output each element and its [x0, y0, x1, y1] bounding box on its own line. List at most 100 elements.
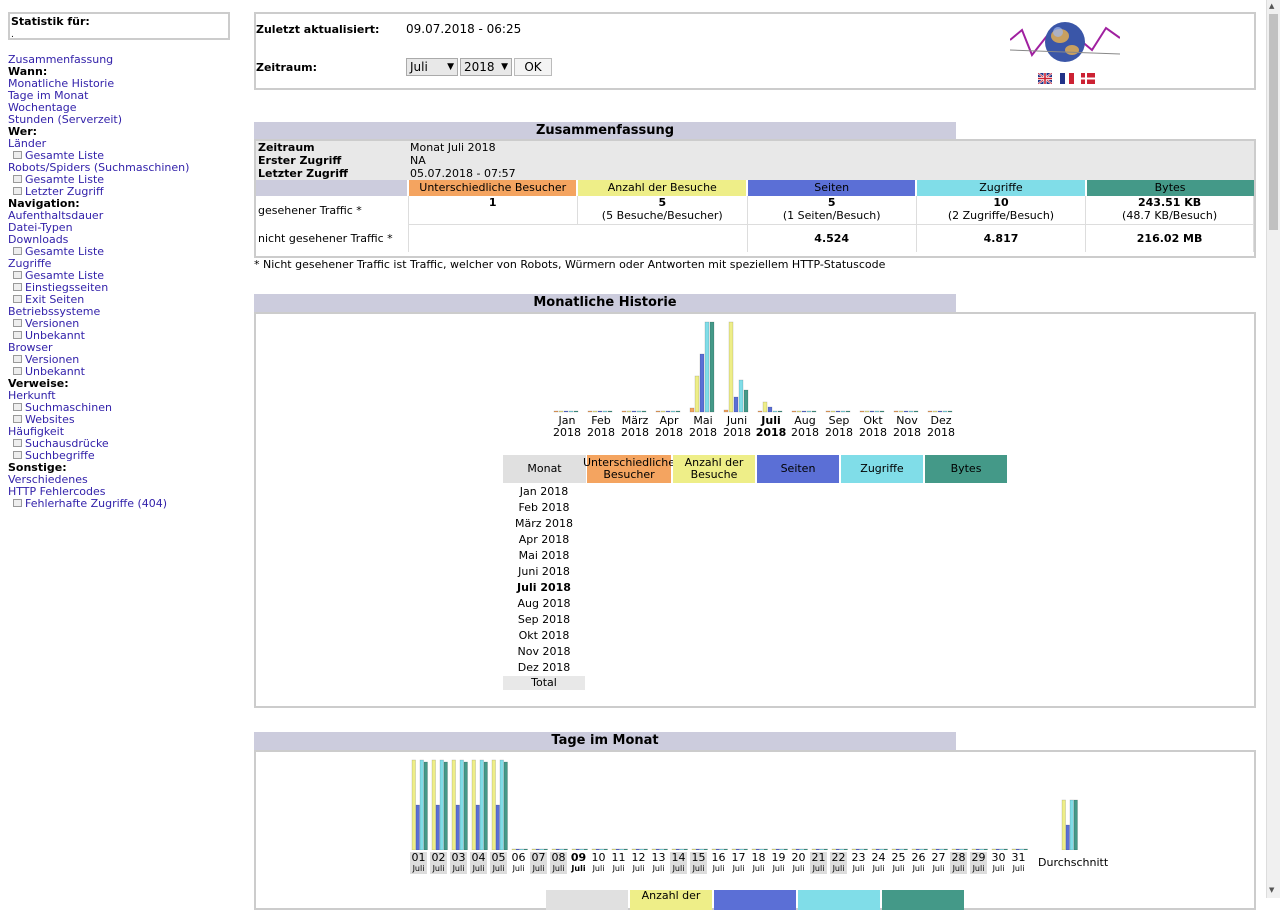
- day-number: 18: [751, 851, 766, 864]
- daily-bar: [1011, 848, 1016, 850]
- monthly-bar: [864, 410, 870, 413]
- day-month: Juli: [492, 864, 505, 873]
- summary-info-row: Letzter Zugriff 05.07.2018 - 07:57: [256, 167, 1254, 180]
- day-month: Juli: [432, 864, 445, 873]
- day-label: 23 Juli: [850, 852, 867, 874]
- daily-bar: [631, 848, 636, 850]
- daily-bar: [795, 848, 800, 850]
- daily-bar: [703, 848, 708, 850]
- daily-bar: [859, 848, 864, 850]
- day-number: 21: [811, 851, 826, 864]
- day-number: 09: [570, 851, 587, 864]
- daily-bar: [451, 759, 456, 850]
- monthly-table-header: Unterschiedliche Besucher: [582, 455, 676, 483]
- daily-bar: [559, 848, 564, 850]
- daily-bar: [515, 848, 520, 850]
- monthly-bar: [898, 410, 904, 413]
- daily-bar: [775, 848, 780, 850]
- summary-info-value: Monat Juli 2018: [410, 141, 496, 154]
- monthly-bar: [913, 410, 919, 413]
- day-number: 08: [551, 851, 566, 864]
- monthly-bar: [942, 410, 948, 413]
- daily-bar: [699, 848, 704, 850]
- daily-table-header: [798, 890, 880, 910]
- stat-value: .: [11, 30, 14, 40]
- flag-fr-icon[interactable]: [1059, 73, 1074, 84]
- month-year: 2018: [621, 426, 649, 439]
- summary-seen-main: 5: [827, 196, 836, 209]
- daily-bar: [755, 848, 760, 850]
- monthly-bar: [553, 410, 559, 413]
- daily-bar: [483, 761, 488, 850]
- awstats-logo-icon: [1010, 22, 1120, 62]
- day-number: 10: [591, 851, 606, 864]
- monthly-bar: [655, 410, 661, 413]
- summary-header-cell: Unterschiedliche Besucher: [407, 180, 578, 196]
- subitem-icon: [13, 187, 22, 195]
- flag-uk-icon[interactable]: [1038, 73, 1052, 84]
- subitem-icon: [13, 151, 22, 159]
- daily-bar: [923, 848, 928, 850]
- daily-bar: [983, 848, 988, 850]
- day-label: 29 Juli: [970, 852, 987, 874]
- daily-bar: [655, 848, 660, 850]
- daily-bar: [819, 848, 824, 850]
- month-year: 2018: [859, 426, 887, 439]
- monthly-bar: [626, 410, 632, 413]
- monthly-bar: [840, 410, 846, 413]
- daily-bar: [723, 848, 728, 850]
- day-label: 27 Juli: [930, 852, 947, 874]
- monthly-title: Monatliche Historie: [254, 294, 956, 312]
- subitem-icon: [13, 283, 22, 291]
- daily-bar: [695, 848, 700, 850]
- day-number: 17: [731, 851, 746, 864]
- monthly-bar: [568, 410, 574, 413]
- daily-bar: [995, 848, 1000, 850]
- daily-bar: [803, 848, 808, 850]
- ok-button[interactable]: OK: [514, 58, 552, 76]
- daily-bar: [963, 848, 968, 850]
- day-number: 27: [931, 851, 946, 864]
- daily-bar: [411, 759, 416, 850]
- monthly-bar: [801, 410, 807, 413]
- year-select-value: 2018: [464, 60, 495, 74]
- monthly-bar: [772, 410, 778, 413]
- monthly-table-total: Total: [503, 676, 585, 690]
- day-month: Juli: [412, 864, 425, 873]
- menu-sublink[interactable]: Fehlerhafte Zugriffe (404): [25, 497, 167, 510]
- daily-bar: [415, 804, 420, 850]
- daily-bar: [971, 848, 976, 850]
- daily-bar: [639, 848, 644, 850]
- daily-bar: [575, 848, 580, 850]
- daily-bar: [659, 848, 664, 850]
- daily-bar: [815, 848, 820, 850]
- monthly-table-header: Zugriffe: [841, 455, 923, 483]
- monthly-table-row: Juni 2018: [518, 565, 570, 578]
- month-select[interactable]: Juli ▼: [406, 58, 458, 76]
- daily-bar: [499, 759, 504, 850]
- scroll-up-icon[interactable]: ▲: [1269, 2, 1274, 10]
- scroll-down-icon[interactable]: ▼: [1269, 886, 1274, 894]
- daily-bar: [751, 848, 756, 850]
- day-number: 30: [991, 851, 1006, 864]
- monthly-bar: [859, 410, 865, 413]
- daily-title: Tage im Monat: [254, 732, 956, 750]
- daily-bar: [711, 848, 716, 850]
- flag-dk-icon[interactable]: [1081, 73, 1095, 84]
- vertical-scrollbar[interactable]: ▲ ▼: [1266, 0, 1280, 898]
- daily-bar: [491, 759, 496, 850]
- scrollbar-thumb[interactable]: [1269, 14, 1278, 230]
- menu-subitem: Fehlerhafte Zugriffe (404): [8, 498, 243, 510]
- summary-seen-value: 1: [408, 196, 578, 225]
- year-select[interactable]: 2018 ▼: [460, 58, 512, 76]
- summary-seen-value: 243.51 KB (48.7 KB/Besuch): [1085, 196, 1254, 225]
- summary-info-row: Erster Zugriff NA: [256, 154, 1254, 167]
- daily-bar: [715, 848, 720, 850]
- updated-value: 09.07.2018 - 06:25: [406, 22, 522, 36]
- daily-bar: [611, 848, 616, 850]
- month-label: Sep 2018: [822, 415, 856, 439]
- summary-seen-sub: (5 Besuche/Besucher): [601, 209, 723, 222]
- daily-bar: [679, 848, 684, 850]
- month-year: 2018: [927, 426, 955, 439]
- daily-bar: [671, 848, 676, 850]
